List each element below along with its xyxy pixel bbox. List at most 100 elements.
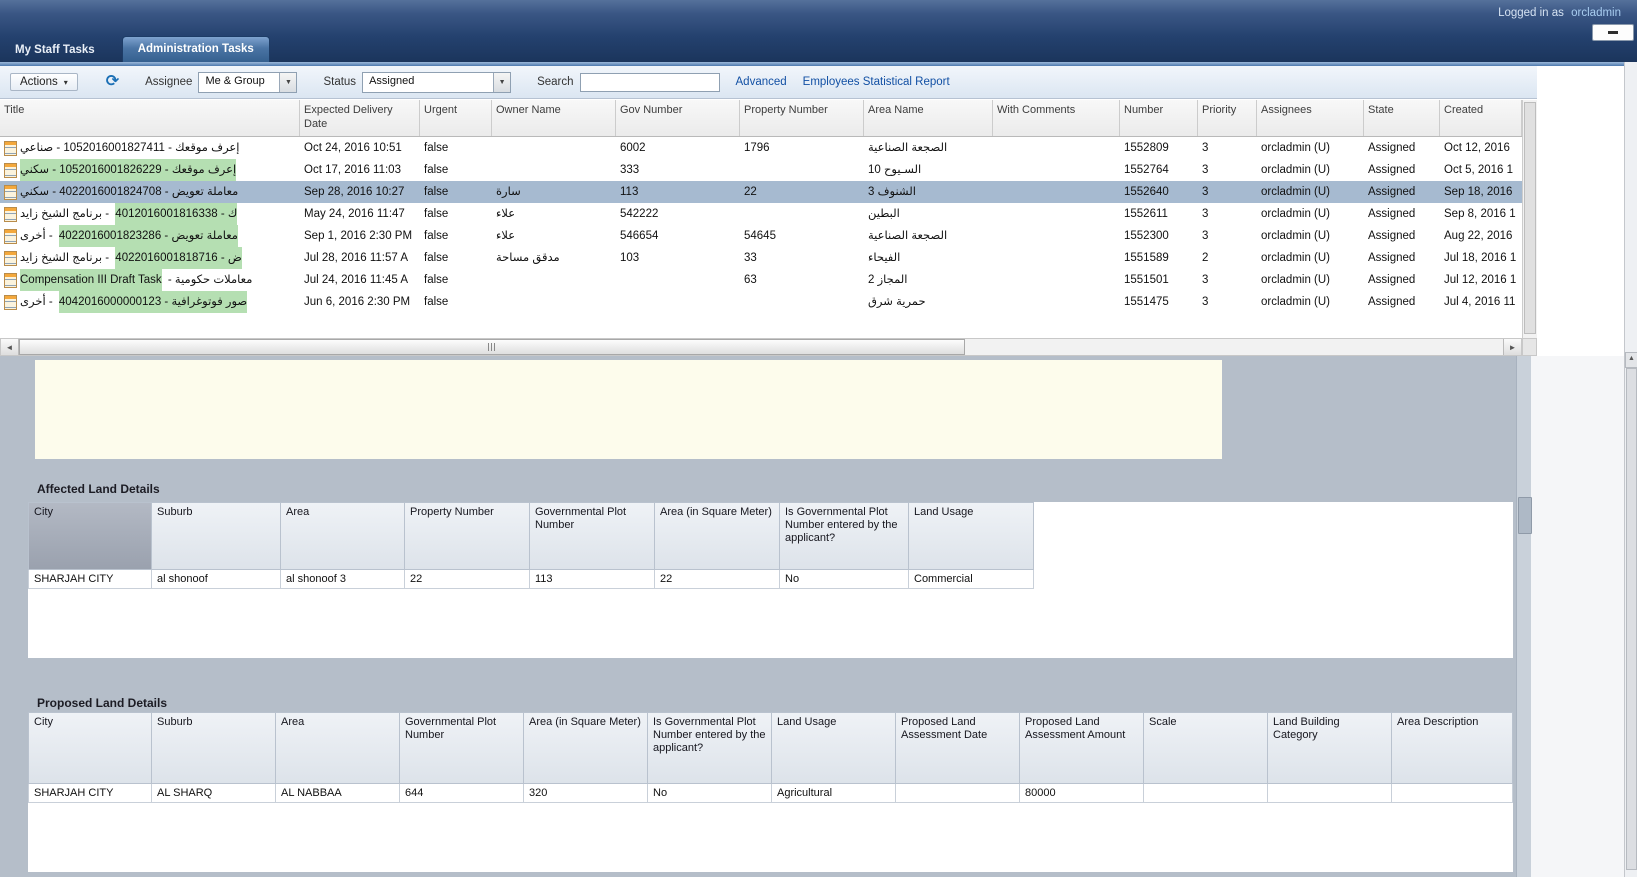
column-header-gov-number[interactable]: Gov Number	[616, 100, 740, 136]
task-cell: علاء	[492, 225, 616, 247]
search-input[interactable]	[580, 73, 720, 92]
task-row[interactable]: برنامج الشيخ زايد - 4022016001818716 - ض…	[0, 247, 1522, 269]
scroll-thumb[interactable]	[19, 339, 965, 355]
refresh-icon[interactable]: ⟳	[106, 74, 119, 90]
scroll-thumb[interactable]	[1518, 497, 1532, 534]
column-header-assignees[interactable]: Assignees	[1257, 100, 1364, 136]
horizontal-scrollbar[interactable]: ◄ ►	[0, 338, 1522, 356]
task-title-highlight: 4022016001818716 - ض	[115, 247, 241, 269]
scroll-up-button[interactable]: ▲	[1625, 352, 1637, 368]
task-cell: 1551589	[1120, 247, 1198, 269]
task-cell: false	[420, 181, 492, 203]
task-document-icon	[4, 273, 17, 288]
task-row[interactable]: أخرى - 4042016000000123 - صور فوتوغرافية…	[0, 291, 1522, 313]
worklist-app-window: Logged in as orcladmin My Staff Tasks Adm…	[0, 0, 1637, 877]
task-cell	[492, 159, 616, 181]
scroll-right-button[interactable]: ►	[1503, 339, 1521, 355]
task-cell: Assigned	[1364, 247, 1440, 269]
task-cell	[740, 203, 864, 225]
column-header-created[interactable]: Created	[1440, 100, 1522, 136]
task-row[interactable]: أخرى - 4022016001823286 - معاملة تعويضSe…	[0, 225, 1522, 247]
tab-administration-tasks[interactable]: Administration Tasks	[122, 36, 270, 62]
login-status: Logged in as orcladmin	[1498, 7, 1621, 19]
column-header-priority[interactable]: Priority	[1198, 100, 1257, 136]
username[interactable]: orcladmin	[1571, 7, 1621, 19]
actions-menu-button[interactable]: Actions ▾	[10, 73, 78, 91]
task-cell: Assigned	[1364, 181, 1440, 203]
task-cell: Jul 4, 2016 11	[1440, 291, 1522, 313]
task-title-cell: أخرى - 4022016001823286 - معاملة تعويض	[0, 225, 300, 247]
task-row[interactable]: برنامج الشيخ زايد - 4012016001816338 - ك…	[0, 203, 1522, 225]
scroll-thumb[interactable]	[1626, 368, 1637, 870]
task-row[interactable]: إعرف موقعك - 1052016001826229 - سكنيOct …	[0, 159, 1522, 181]
task-cell: Oct 5, 2016 1	[1440, 159, 1522, 181]
task-cell: 1551475	[1120, 291, 1198, 313]
detail-cell	[1268, 784, 1392, 803]
detail-column-header-suburb: Suburb	[152, 712, 276, 784]
column-header-urgent[interactable]: Urgent	[420, 100, 492, 136]
task-cell	[740, 291, 864, 313]
details-right-filler	[1531, 356, 1624, 877]
task-table-vertical-scrollbar[interactable]	[1522, 100, 1537, 338]
tab-my-staff-tasks[interactable]: My Staff Tasks	[0, 38, 110, 62]
column-header-property-number[interactable]: Property Number	[740, 100, 864, 136]
task-row[interactable]: Compensation III Draft Task - معاملات حك…	[0, 269, 1522, 291]
column-header-title[interactable]: Title	[0, 100, 300, 136]
column-header-expected-delivery-date[interactable]: Expected Delivery Date	[300, 100, 420, 136]
task-cell	[993, 181, 1120, 203]
detail-cell: Commercial	[909, 570, 1034, 589]
task-cell	[616, 269, 740, 291]
task-cell: false	[420, 247, 492, 269]
details-vertical-scrollbar[interactable]	[1516, 356, 1531, 877]
task-cell: الفيحاء	[864, 247, 993, 269]
task-cell: سارة	[492, 181, 616, 203]
task-row[interactable]: معاملة تعويض - 4022016001824708 - سكنيSe…	[0, 181, 1522, 203]
detail-cell: AL NABBAA	[276, 784, 400, 803]
assignee-select[interactable]: Me & Group ▼	[198, 72, 297, 93]
task-cell: Assigned	[1364, 137, 1440, 159]
detail-column-header-land-usage: Land Usage	[909, 502, 1034, 570]
detail-column-header-city: City	[28, 502, 152, 570]
task-cell: false	[420, 291, 492, 313]
task-cell: الشنوف 3	[864, 181, 993, 203]
column-header-number[interactable]: Number	[1120, 100, 1198, 136]
task-title-cell: إعرف موقعك - 1052016001827411 - صناعي	[0, 137, 300, 159]
column-header-owner-name[interactable]: Owner Name	[492, 100, 616, 136]
task-cell	[993, 203, 1120, 225]
task-title-text: أخرى -	[20, 291, 56, 313]
task-cell: Assigned	[1364, 291, 1440, 313]
task-cell: Oct 12, 2016	[1440, 137, 1522, 159]
task-cell: Assigned	[1364, 225, 1440, 247]
task-cell: Assigned	[1364, 159, 1440, 181]
task-cell	[492, 269, 616, 291]
task-cell: 3	[1198, 203, 1257, 225]
detail-row[interactable]: SHARJAH CITYal shonoofal shonoof 3221132…	[28, 570, 1513, 589]
task-cell: Aug 22, 2016	[1440, 225, 1522, 247]
employees-statistical-report-link[interactable]: Employees Statistical Report	[803, 76, 950, 88]
task-cell: 3	[1198, 269, 1257, 291]
column-header-state[interactable]: State	[1364, 100, 1440, 136]
task-document-icon	[4, 185, 17, 200]
task-cell	[993, 159, 1120, 181]
detail-column-header-proposed-land-assessment-amount: Proposed Land Assessment Amount	[1020, 712, 1144, 784]
page-vertical-scrollbar[interactable]: ▲	[1624, 62, 1637, 877]
detail-row[interactable]: SHARJAH CITYAL SHARQAL NABBAA644320NoAgr…	[28, 784, 1513, 803]
detail-cell	[1392, 784, 1513, 803]
task-cell: 3	[1198, 137, 1257, 159]
scroll-left-button[interactable]: ◄	[1, 339, 19, 355]
task-cell: Sep 1, 2016 2:30 PM	[300, 225, 420, 247]
task-row[interactable]: إعرف موقعك - 1052016001827411 - صناعي Oct…	[0, 137, 1522, 159]
panel-collapse-chip[interactable]	[1592, 24, 1634, 41]
advanced-link[interactable]: Advanced	[736, 76, 787, 88]
affected-land-panel: CitySuburbAreaProperty NumberGovernmenta…	[28, 502, 1513, 658]
detail-cell	[896, 784, 1020, 803]
status-select[interactable]: Assigned ▼	[362, 72, 511, 93]
detail-cell: al shonoof	[152, 570, 281, 589]
scroll-thumb[interactable]	[1524, 102, 1536, 334]
status-label: Status	[323, 76, 356, 88]
column-header-with-comments[interactable]: With Comments	[993, 100, 1120, 136]
task-cell	[993, 269, 1120, 291]
dropdown-arrow-icon[interactable]: ▼	[493, 73, 510, 92]
column-header-area-name[interactable]: Area Name	[864, 100, 993, 136]
dropdown-arrow-icon[interactable]: ▼	[279, 73, 296, 92]
